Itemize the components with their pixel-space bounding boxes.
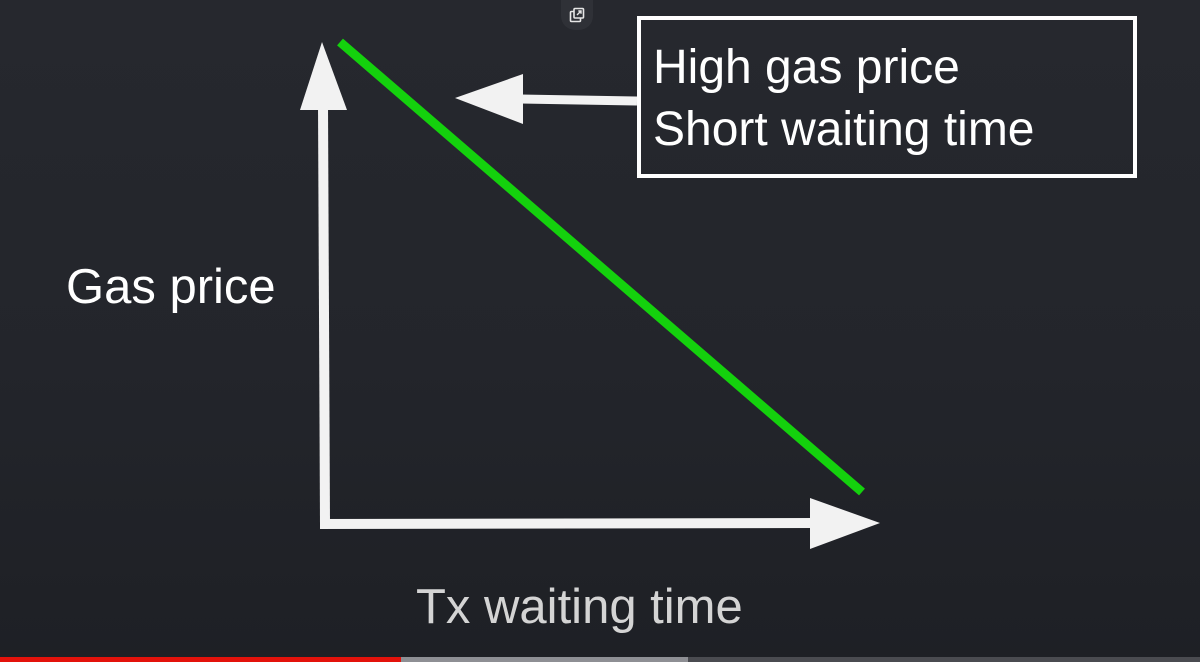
x-axis-label: Tx waiting time xyxy=(416,580,743,634)
picture-in-picture-button[interactable] xyxy=(561,0,593,30)
callout-line-short-waiting-time: Short waiting time xyxy=(653,103,1035,156)
x-axis-arrow xyxy=(319,498,880,549)
callout-box: High gas price Short waiting time xyxy=(637,16,1137,178)
y-axis-arrow xyxy=(300,42,347,526)
picture-in-picture-icon xyxy=(569,7,585,23)
video-progress-bar[interactable] xyxy=(0,657,1200,662)
y-axis-label: Gas price xyxy=(66,260,276,314)
video-frame: Gas price Tx waiting time High gas price… xyxy=(0,0,1200,662)
callout-line-high-gas-price: High gas price xyxy=(653,41,960,94)
callout-arrow xyxy=(455,74,638,124)
progress-played xyxy=(0,657,401,662)
